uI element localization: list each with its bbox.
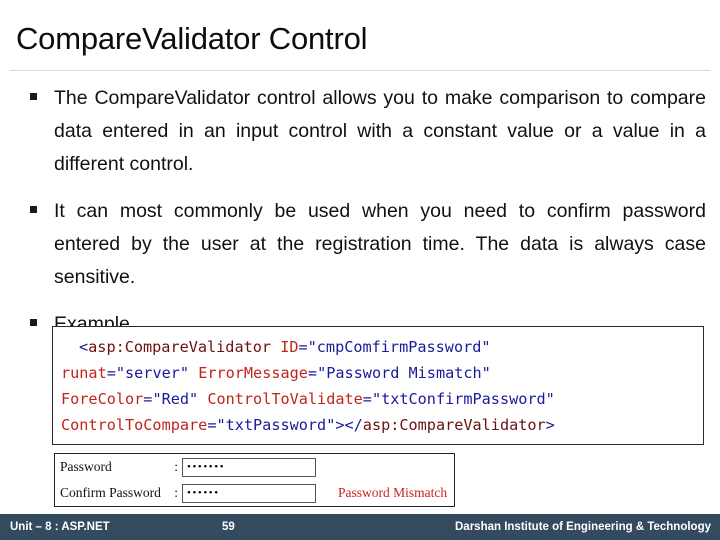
slide-footer: Unit – 8 : ASP.NET 59 Darshan Institute … <box>0 514 720 540</box>
footer-page-number: 59 <box>222 521 235 533</box>
password-input[interactable]: ••••••• <box>182 457 316 477</box>
confirm-password-label: Confirm Password <box>60 485 161 500</box>
code-line: ForeColor="Red" ControlToValidate="txtCo… <box>61 390 555 408</box>
bullet-text: It can most commonly be used when you ne… <box>54 200 706 288</box>
footer-unit-label: Unit – 8 : ASP.NET <box>10 521 110 533</box>
password-label: Password <box>60 459 112 474</box>
code-line: ControlToCompare="txtPassword"></asp:Com… <box>61 416 555 434</box>
code-line: runat="server" ErrorMessage="Password Mi… <box>61 364 491 382</box>
validation-error-message: Password Mismatch <box>338 485 448 500</box>
page-title: CompareValidator Control <box>16 21 368 56</box>
password-label-colon: : <box>174 459 178 474</box>
list-item: It can most commonly be used when you ne… <box>24 195 706 294</box>
confirm-password-label-colon: : <box>174 485 178 500</box>
browser-form-preview: Password : ••••••• Confirm Password : ••… <box>54 453 455 507</box>
password-label-cell: Password : <box>55 459 182 475</box>
code-snippet-box: <asp:CompareValidator ID="cmpComfirmPass… <box>52 326 704 445</box>
footer-institute-label: Darshan Institute of Engineering & Techn… <box>455 521 711 533</box>
bullet-text: The CompareValidator control allows you … <box>54 87 706 175</box>
code-line: <asp:CompareValidator ID="cmpComfirmPass… <box>79 338 491 356</box>
bullet-list: The CompareValidator control allows you … <box>24 82 706 345</box>
form-row-confirm-password: Confirm Password : •••••• Password Misma… <box>55 480 454 506</box>
square-bullet-icon <box>30 206 37 213</box>
form-row-password: Password : ••••••• <box>55 454 454 480</box>
square-bullet-icon <box>30 319 37 326</box>
confirm-password-label-cell: Confirm Password : <box>55 485 182 501</box>
confirm-password-input[interactable]: •••••• <box>182 483 316 503</box>
list-item: The CompareValidator control allows you … <box>24 82 706 181</box>
square-bullet-icon <box>30 93 37 100</box>
title-divider <box>10 70 710 71</box>
